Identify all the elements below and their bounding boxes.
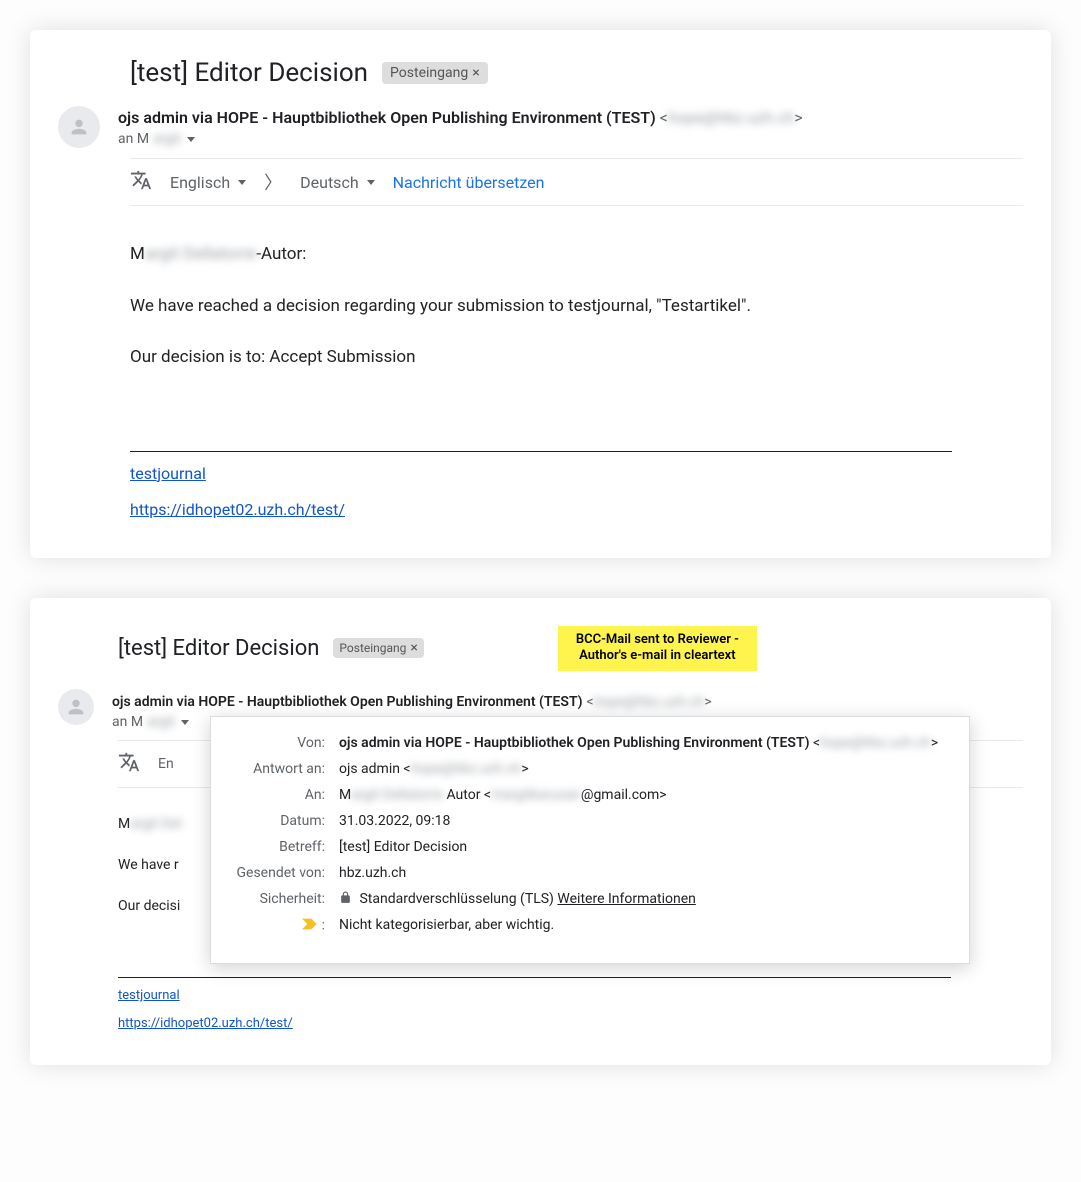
details-value: Nicht kategorisierbar, aber wichtig. [339,917,947,933]
details-label: Antwort an: [233,761,325,777]
chip-label: Posteingang [390,65,468,81]
person-icon [65,696,87,718]
arrow-right-icon: 〉 [264,169,282,195]
chevron-down-icon [367,180,375,185]
translate-from[interactable]: Englisch [170,173,246,192]
email-card-2: [test] Editor Decision Posteingang × BCC… [30,598,1051,1066]
details-row-importance: : Nicht kategorisierbar, aber wichtig. [233,917,947,935]
avatar[interactable] [58,106,100,148]
details-label: Gesendet von: [233,865,325,881]
details-label: Von: [233,735,325,751]
details-label: Betreff: [233,839,325,855]
details-row-subject: Betreff: [test] Editor Decision [233,839,947,855]
details-value: Standardverschlüsselung (TLS) Weitere In… [339,891,947,907]
important-marker-icon [302,917,318,935]
subject-row: [test] Editor Decision Posteingang × [58,54,1023,106]
chip-close-icon[interactable]: × [410,640,417,656]
footer-link-journal[interactable]: testjournal [118,986,1023,1006]
body-paragraph: Our decision is to: Accept Submission [130,345,1023,371]
to-prefix: an M [112,714,143,730]
sender-name: ojs admin via HOPE - Hauptbibliothek Ope… [112,694,582,710]
sender-email: <hope@hbz.uzh.ch> [660,108,803,127]
security-more-link[interactable]: Weitere Informationen [557,891,695,907]
annotation-highlight: BCC-Mail sent to Reviewer - Author's e-m… [558,626,757,672]
details-value: [test] Editor Decision [339,839,947,855]
details-row-security: Sicherheit: Standardverschlüsselung (TLS… [233,891,947,907]
translate-from[interactable]: En [158,756,174,772]
details-row-sentby: Gesendet von: hbz.uzh.ch [233,865,947,881]
details-label: : [233,917,325,935]
message-details-popover: Von: ojs admin via HOPE - Hauptbibliothe… [210,716,970,964]
details-row-from: Von: ojs admin via HOPE - Hauptbibliothe… [233,735,947,751]
sender-name: ojs admin via HOPE - Hauptbibliothek Ope… [118,108,656,127]
details-value: hbz.uzh.ch [339,865,947,881]
details-row-to: An: Margit Dellatorre Autor <margitkaruz… [233,787,947,803]
details-label: Datum: [233,813,325,829]
sender-row: ojs admin via HOPE - Hauptbibliothek Ope… [58,106,1023,148]
chevron-down-icon[interactable] [181,720,189,725]
inbox-chip[interactable]: Posteingang × [333,638,423,658]
sender-text-block: ojs admin via HOPE - Hauptbibliothek Ope… [118,106,1023,147]
footer-link-url[interactable]: https://idhopet02.uzh.ch/test/ [130,498,1023,522]
subject-row: [test] Editor Decision Posteingang × BCC… [58,622,1023,690]
avatar[interactable] [58,689,94,725]
body-paragraph: We have reached a decision regarding you… [130,294,1023,320]
details-label: Sicherheit: [233,891,325,907]
details-value: Margit Dellatorre Autor <margitkaruzan@g… [339,787,947,803]
person-icon [68,116,90,138]
to-prefix: an M [118,131,149,147]
details-value: ojs admin <hope@hbz.uzh.ch> [339,761,947,777]
details-value: 31.03.2022, 09:18 [339,813,947,829]
chip-label: Posteingang [339,641,406,655]
chevron-down-icon[interactable] [187,137,195,142]
sender-email: <hope@hbz.uzh.ch> [586,694,711,710]
footer-link-journal[interactable]: testjournal [130,462,1023,486]
body-salutation: Margit Dellatorre-Autor: [130,242,1023,268]
divider [118,977,951,978]
lock-icon [339,891,356,907]
chevron-down-icon [238,180,246,185]
details-row-replyto: Antwort an: ojs admin <hope@hbz.uzh.ch> [233,761,947,777]
translate-icon [118,751,140,777]
divider [130,451,952,452]
translate-message-link[interactable]: Nachricht übersetzen [393,173,545,192]
subject-text: [test] Editor Decision [130,58,368,88]
email-card-1: [test] Editor Decision Posteingang × ojs… [30,30,1051,558]
details-value: ojs admin via HOPE - Hauptbibliothek Ope… [339,735,947,751]
subject-text: [test] Editor Decision [118,636,319,661]
details-label: An: [233,787,325,803]
inbox-chip[interactable]: Posteingang × [382,62,488,84]
chip-close-icon[interactable]: × [472,65,479,81]
translate-bar: Englisch 〉 Deutsch Nachricht übersetzen [130,158,1023,206]
to-line[interactable]: an Margit [118,131,1023,147]
translate-to[interactable]: Deutsch [300,173,374,192]
email-body: Margit Dellatorre-Autor: We have reached… [130,206,1023,522]
details-row-date: Datum: 31.03.2022, 09:18 [233,813,947,829]
footer-link-url[interactable]: https://idhopet02.uzh.ch/test/ [118,1014,1023,1034]
translate-icon [130,169,152,195]
